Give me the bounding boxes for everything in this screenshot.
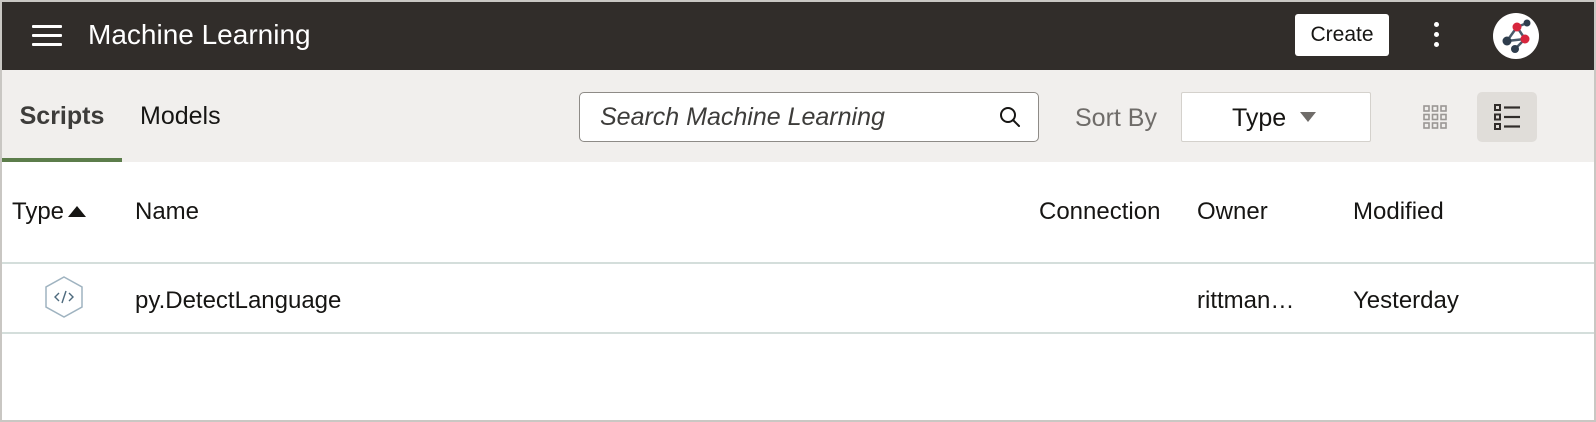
tab-models[interactable]: Models [140, 70, 221, 162]
search-box [579, 92, 1039, 142]
sort-ascending-icon [68, 206, 87, 217]
create-button[interactable]: Create [1295, 14, 1389, 56]
row-name[interactable]: py.DetectLanguage [135, 286, 341, 316]
row-owner: rittman… [1197, 287, 1295, 314]
column-header-type-label: Type [12, 198, 65, 225]
sort-by-label: Sort By [1075, 104, 1157, 132]
column-header-name[interactable]: Name [135, 196, 199, 228]
column-header-modified[interactable]: Modified [1353, 196, 1444, 228]
sort-by-select[interactable]: Type [1181, 92, 1371, 142]
grid-view-button[interactable] [1406, 92, 1464, 142]
tab-scripts[interactable]: Scripts [2, 70, 122, 162]
script-code-icon [45, 276, 83, 318]
search-input[interactable] [600, 93, 990, 141]
list-view-icon [1494, 104, 1520, 130]
row-modified: Yesterday [1353, 287, 1459, 314]
chevron-down-icon [1300, 112, 1316, 122]
list-view-button[interactable] [1477, 92, 1537, 142]
app-title: Machine Learning [88, 19, 311, 50]
network-logo-icon [1502, 19, 1531, 53]
table-row[interactable]: py.DetectLanguage rittman… Yesterday [2, 264, 1594, 334]
grid-view-icon [1423, 105, 1447, 129]
app-frame: Machine Learning Create Scripts Models S… [0, 0, 1596, 422]
user-avatar[interactable] [1493, 13, 1539, 59]
app-header: Machine Learning Create [2, 2, 1594, 70]
toolbar: Scripts Models Sort By Type [2, 70, 1594, 162]
table-header: Type Name Connection Owner Modified [2, 162, 1594, 264]
search-icon[interactable] [998, 105, 1022, 129]
more-options-icon[interactable] [1424, 18, 1450, 52]
column-header-owner[interactable]: Owner [1197, 196, 1268, 228]
column-header-connection[interactable]: Connection [1039, 196, 1160, 228]
sort-by-value: Type [1232, 104, 1287, 132]
column-header-type[interactable]: Type [12, 196, 87, 228]
hamburger-menu-icon[interactable] [30, 22, 64, 50]
